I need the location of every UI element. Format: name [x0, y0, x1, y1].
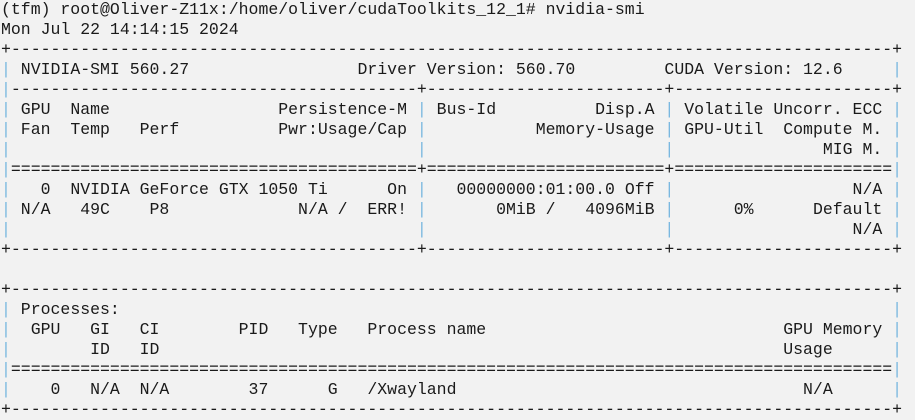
table-line: +---------------------------------------…: [1, 400, 903, 419]
table-border: |: [416, 100, 427, 119]
command-prompt-line: (tfm) root@Oliver-Z11x:/home/oliver/cuda…: [1, 0, 645, 19]
table-border: |: [892, 100, 903, 119]
table-border: |: [892, 60, 903, 79]
table-border: |: [892, 180, 903, 199]
table-border: |: [416, 180, 427, 199]
table-border: |: [892, 220, 903, 239]
header-line: | Fan Temp Perf Pwr:Usage/Cap | Memory-U…: [1, 120, 903, 139]
table-border: |: [664, 100, 675, 119]
processes-table: +---------------------------------------…: [1, 280, 915, 420]
table-border: |: [1, 340, 11, 359]
table-border: |: [892, 380, 903, 399]
gpu-row: | 0 NVIDIA GeForce GTX 1050 Ti On | 0000…: [1, 180, 903, 199]
table-border: |: [892, 360, 903, 379]
gpu-info-table: +---------------------------------------…: [1, 40, 915, 260]
table-border: |: [664, 220, 675, 239]
gpu-row: | | | N/A |: [1, 220, 903, 239]
table-border: |: [1, 380, 11, 399]
table-border: |: [1, 300, 11, 319]
table-border: |: [1, 80, 11, 99]
table-border: |: [416, 140, 427, 159]
table-border: |: [416, 220, 427, 239]
table-border: |: [1, 180, 11, 199]
table-border: |: [1, 100, 11, 119]
table-border: |: [664, 120, 675, 139]
table-border: |: [892, 160, 903, 179]
processes-title: | Processes: |: [1, 300, 903, 319]
terminal-window[interactable]: (tfm) root@Oliver-Z11x:/home/oliver/cuda…: [0, 0, 915, 420]
table-border: |: [892, 340, 903, 359]
table-line: |---------------------------------------…: [1, 80, 903, 99]
table-border: |: [1, 220, 11, 239]
table-border: |: [664, 200, 675, 219]
header-line: | | | MIG M. |: [1, 140, 903, 159]
table-line: +---------------------------------------…: [1, 40, 903, 59]
table-border: |: [892, 140, 903, 159]
table-border: |: [1, 140, 11, 159]
table-border: |: [416, 120, 427, 139]
table-border: |: [892, 120, 903, 139]
header-line: | ID ID Usage |: [1, 340, 903, 359]
table-line: +---------------------------------------…: [1, 280, 903, 299]
table-border: |: [1, 60, 11, 79]
table-line: +---------------------------------------…: [1, 240, 903, 259]
table-border: |: [892, 200, 903, 219]
table-border: |: [1, 200, 11, 219]
date-line: Mon Jul 22 14:14:15 2024: [1, 20, 239, 39]
header-line: | GPU GI CI PID Type Process name GPU Me…: [1, 320, 903, 339]
table-border: |: [892, 300, 903, 319]
table-border: |: [1, 320, 11, 339]
version-line: | NVIDIA-SMI 560.27 Driver Version: 560.…: [1, 60, 903, 79]
table-border: |: [1, 120, 11, 139]
table-line: |=======================================…: [1, 160, 903, 179]
table-border: |: [1, 360, 11, 379]
process-row: | 0 N/A N/A 37 G /Xwayland N/A |: [1, 380, 903, 399]
table-border: |: [664, 180, 675, 199]
gpu-row: | N/A 49C P8 N/A / ERR! | 0MiB / 4096MiB…: [1, 200, 903, 219]
table-border: |: [1, 160, 11, 179]
table-line: |=======================================…: [1, 360, 903, 379]
table-border: |: [416, 200, 427, 219]
table-border: |: [892, 320, 903, 339]
header-line: | GPU Name Persistence-M | Bus-Id Disp.A…: [1, 100, 903, 119]
table-border: |: [664, 140, 675, 159]
